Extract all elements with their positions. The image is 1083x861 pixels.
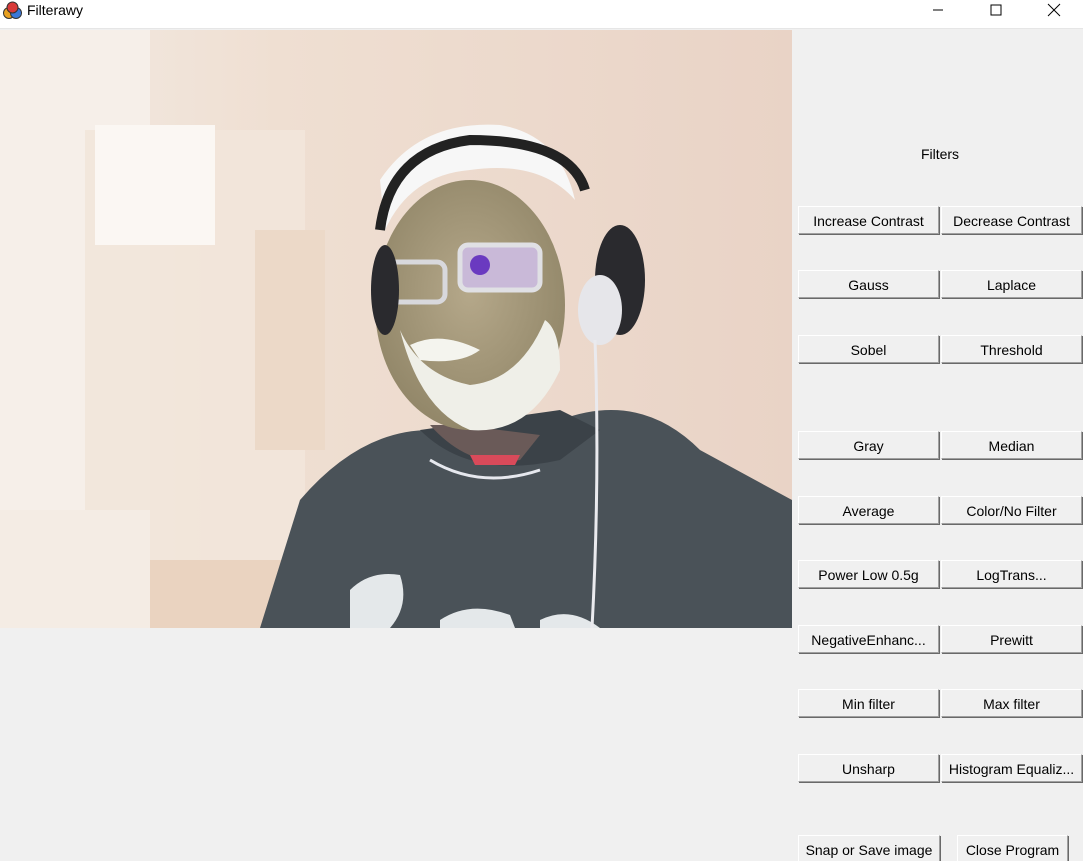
filters-heading: Filters (920, 146, 960, 162)
maximize-button[interactable] (967, 0, 1025, 24)
minimize-button[interactable] (909, 0, 967, 24)
app-window: Filterawy Filters Increase Contrast Decr… (0, 0, 1083, 861)
min-filter-button[interactable]: Min filter (798, 689, 939, 717)
sobel-button[interactable]: Sobel (798, 335, 939, 363)
gauss-button[interactable]: Gauss (798, 270, 939, 298)
increase-contrast-button[interactable]: Increase Contrast (798, 206, 939, 234)
threshold-button[interactable]: Threshold (941, 335, 1082, 363)
decrease-contrast-button[interactable]: Decrease Contrast (941, 206, 1082, 234)
close-window-button[interactable] (1025, 0, 1083, 24)
close-program-button[interactable]: Close Program (957, 835, 1068, 861)
close-icon (1047, 3, 1061, 22)
minimize-icon (932, 3, 944, 21)
unsharp-button[interactable]: Unsharp (798, 754, 939, 782)
max-filter-button[interactable]: Max filter (941, 689, 1082, 717)
median-button[interactable]: Median (941, 431, 1082, 459)
window-title: Filterawy (27, 2, 84, 18)
snap-save-image-button[interactable]: Snap or Save image (798, 835, 940, 861)
app-logo-icon (2, 1, 24, 21)
histogram-equalization-button[interactable]: Histogram Equaliz... (941, 754, 1082, 782)
gray-button[interactable]: Gray (798, 431, 939, 459)
color-no-filter-button[interactable]: Color/No Filter (941, 496, 1082, 524)
log-transform-button[interactable]: LogTrans... (941, 560, 1082, 588)
laplace-button[interactable]: Laplace (941, 270, 1082, 298)
average-button[interactable]: Average (798, 496, 939, 524)
prewitt-button[interactable]: Prewitt (941, 625, 1082, 653)
title-bar[interactable]: Filterawy (0, 0, 1083, 29)
maximize-icon (990, 3, 1002, 21)
negative-enhancement-button[interactable]: NegativeEnhanc... (798, 625, 939, 653)
camera-feed-image (0, 30, 792, 628)
power-low-button[interactable]: Power Low 0.5g (798, 560, 939, 588)
